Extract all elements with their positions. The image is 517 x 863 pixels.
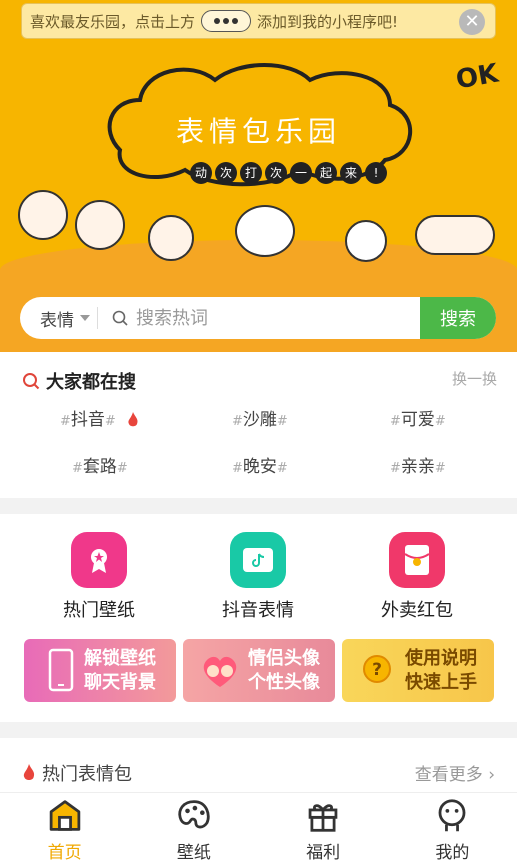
search-input[interactable] xyxy=(136,307,420,329)
add-miniprogram-tip: 喜欢最友乐园，点击上方 添加到我的小程序吧! ✕ xyxy=(21,3,496,39)
tab-home[interactable]: 首页 xyxy=(0,793,129,863)
category-tiktok-stickers[interactable]: 抖音表情 xyxy=(198,532,318,622)
palette-icon xyxy=(178,800,210,829)
category-takeout-redpacket[interactable]: 外卖红包 xyxy=(357,532,477,622)
cartoon-faces-group xyxy=(415,215,495,255)
tab-welfare[interactable]: 福利 xyxy=(259,793,388,863)
hot-packs-section: 热门表情包 查看更多 › xyxy=(0,738,517,798)
view-more-link[interactable]: 查看更多 › xyxy=(415,760,495,785)
fire-icon xyxy=(23,764,35,781)
chevron-right-icon: › xyxy=(488,765,495,785)
hot-tag[interactable]: #抖音# xyxy=(60,405,139,430)
dropdown-arrow-icon xyxy=(80,315,90,321)
svg-text:?: ? xyxy=(372,660,382,680)
tab-wallpaper[interactable]: 壁纸 xyxy=(129,793,258,863)
cartoon-bunny xyxy=(345,220,387,262)
refresh-button[interactable]: 换一换 xyxy=(452,368,497,389)
user-icon xyxy=(438,799,466,832)
cartoon-bear xyxy=(235,205,295,257)
home-icon xyxy=(49,800,80,831)
search-icon xyxy=(23,373,40,390)
hot-tag[interactable]: #套路# xyxy=(72,452,128,477)
search-bar: 表情 搜索 xyxy=(20,297,496,339)
promo-unlock-wallpaper[interactable]: 解锁壁纸 聊天背景 xyxy=(24,639,176,702)
tab-mine[interactable]: 我的 xyxy=(388,793,517,863)
hot-tag[interactable]: #亲亲# xyxy=(390,452,446,477)
tiktok-icon xyxy=(230,532,286,588)
promo-user-guide[interactable]: ? 使用说明 快速上手 xyxy=(342,639,494,702)
award-icon xyxy=(71,532,127,588)
ok-sticker: OK xyxy=(453,58,501,96)
search-icon xyxy=(112,310,128,326)
red-envelope-icon xyxy=(389,532,445,588)
promo-couple-avatar[interactable]: 情侣头像 个性头像 xyxy=(183,639,335,702)
phone-icon xyxy=(48,648,74,691)
more-dots-icon xyxy=(201,10,252,32)
tab-bar: 首页 壁纸 福利 我的 xyxy=(0,792,517,863)
banner-title: 表情包乐园 xyxy=(175,115,341,148)
category-hot-wallpaper[interactable]: 热门壁纸 xyxy=(39,532,159,622)
hot-packs-header: 热门表情包 xyxy=(22,760,132,786)
hot-search-section: 大家都在搜 换一换 #抖音# #沙雕# #可爱# #套路# #晚安# #亲亲# xyxy=(0,352,517,498)
close-tip-button[interactable]: ✕ xyxy=(459,9,485,35)
banner-slogan: 动 次 打 次 一 起 来 ! xyxy=(190,162,387,184)
cartoon-face-1 xyxy=(18,190,68,240)
search-category-select[interactable]: 表情 xyxy=(20,307,98,331)
banner: 表情包乐园 动 次 打 次 一 起 来 ! OK 喜欢最友乐园，点击上方 添加到… xyxy=(0,0,517,352)
search-button[interactable]: 搜索 xyxy=(420,297,496,339)
hot-search-header: 大家都在搜 xyxy=(22,368,136,394)
couple-avatar-icon xyxy=(203,656,237,687)
help-icon: ? xyxy=(363,654,391,683)
cartoon-face-3 xyxy=(148,215,194,261)
hot-tag[interactable]: #可爱# xyxy=(390,405,446,430)
category-section: 热门壁纸 抖音表情 外卖红包 解锁壁纸 聊天背景 情侣头像 个性头像 ? 使用说明快… xyxy=(0,514,517,722)
gift-icon xyxy=(308,804,338,832)
cartoon-face-2 xyxy=(75,200,125,250)
hot-tag[interactable]: #晚安# xyxy=(232,452,288,477)
fire-icon xyxy=(128,412,138,427)
hot-tag[interactable]: #沙雕# xyxy=(232,405,288,430)
